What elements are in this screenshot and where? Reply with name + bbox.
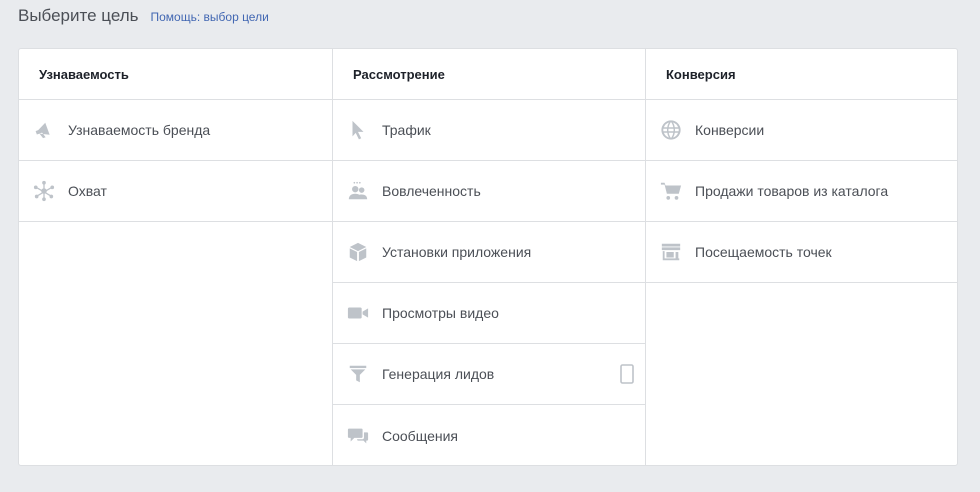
objective-brand-awareness[interactable]: Узнаваемость бренда — [19, 100, 332, 161]
objective-label: Посещаемость точек — [695, 244, 832, 260]
chat-bubbles-icon — [346, 424, 370, 448]
objective-label: Установки приложения — [382, 244, 532, 260]
reach-icon — [32, 179, 56, 203]
objective-label: Сообщения — [382, 427, 458, 444]
store-icon — [659, 240, 683, 264]
funnel-icon — [346, 362, 370, 386]
page-title: Выберите цель — [18, 6, 139, 25]
objective-label: Продажи товаров из каталога — [695, 183, 889, 199]
people-icon — [346, 179, 370, 203]
objective-label: Конверсии — [695, 122, 765, 138]
column-consideration: Рассмотрение Трафик Вовлеченность Устано… — [332, 49, 645, 465]
column-heading: Конверсия — [646, 49, 957, 100]
objective-traffic[interactable]: Трафик — [333, 100, 645, 161]
objective-conversions[interactable]: Конверсии — [646, 100, 957, 161]
mobile-device-icon — [620, 364, 634, 389]
megaphone-icon — [32, 118, 56, 142]
objective-label: Вовлеченность — [382, 183, 481, 199]
box-icon — [346, 240, 370, 264]
objectives-panel: Узнаваемость Узнаваемость бренда Охват Р… — [18, 48, 958, 466]
cursor-icon — [346, 118, 370, 142]
shopping-cart-icon — [659, 179, 683, 203]
page-header: Выберите цель Помощь: выбор цели — [18, 6, 269, 30]
objective-engagement[interactable]: Вовлеченность — [333, 161, 645, 222]
column-heading: Узнаваемость — [19, 49, 332, 100]
objective-messages[interactable]: Сообщения — [333, 405, 645, 465]
objective-reach[interactable]: Охват — [19, 161, 332, 222]
globe-icon — [659, 118, 683, 142]
objective-store-visits[interactable]: Посещаемость точек — [646, 222, 957, 283]
objective-catalog-sales[interactable]: Продажи товаров из каталога — [646, 161, 957, 222]
objective-lead-generation[interactable]: Генерация лидов — [333, 344, 645, 405]
help-link[interactable]: Помощь: выбор цели — [151, 10, 269, 24]
objective-label: Просмотры видео — [382, 305, 499, 321]
objective-label: Охват — [68, 183, 107, 199]
objective-video-views[interactable]: Просмотры видео — [333, 283, 645, 344]
column-awareness: Узнаваемость Узнаваемость бренда Охват — [19, 49, 332, 465]
objective-label: Трафик — [382, 122, 431, 138]
column-heading: Рассмотрение — [333, 49, 645, 100]
objective-label: Генерация лидов — [382, 366, 495, 382]
objective-app-installs[interactable]: Установки приложения — [333, 222, 645, 283]
column-conversion: Конверсия Конверсии Продажи товаров из к… — [645, 49, 957, 465]
objective-label: Узнаваемость бренда — [68, 122, 211, 138]
video-camera-icon — [346, 301, 370, 325]
